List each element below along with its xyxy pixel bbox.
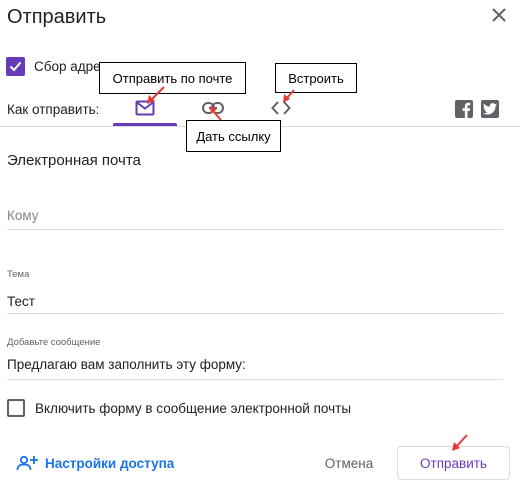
message-label: Добавьте сообщение (7, 337, 101, 348)
add-person-icon (16, 455, 38, 471)
close-button[interactable] (486, 2, 512, 28)
check-icon (9, 61, 22, 71)
access-settings-button[interactable]: Настройки доступа (16, 455, 174, 471)
callout-embed: Встроить (275, 63, 357, 93)
subject-field[interactable]: Тема Тест (7, 266, 503, 314)
message-value: Предлагаю вам заполнить эту форму: (7, 357, 246, 372)
collect-emails-checkbox[interactable] (6, 56, 25, 76)
cancel-button[interactable]: Отмена (318, 447, 380, 479)
message-field[interactable]: Добавьте сообщение Предлагаю вам заполни… (7, 335, 503, 380)
facebook-icon (462, 102, 471, 118)
link-icon (202, 102, 224, 114)
twitter-icon (483, 103, 497, 115)
section-title-email: Электронная почта (7, 152, 141, 169)
collect-emails-label: Сбор адре (34, 58, 101, 74)
subject-field-underline (7, 313, 503, 314)
include-form-label: Включить форму в сообщение электронной п… (35, 400, 352, 416)
code-icon (271, 101, 291, 115)
callout-get-link: Дать ссылку (186, 120, 281, 152)
to-placeholder: Кому (7, 208, 39, 223)
collect-emails-row: Сбор адре (6, 55, 101, 77)
subject-value: Тест (7, 294, 35, 309)
subject-label: Тема (7, 269, 30, 280)
dialog-title: Отправить (7, 6, 107, 28)
facebook-share-button[interactable] (455, 100, 473, 118)
include-form-row: Включить форму в сообщение электронной п… (7, 399, 351, 417)
tab-email[interactable] (112, 92, 178, 124)
send-button[interactable]: Отправить (397, 446, 510, 480)
message-field-underline (7, 379, 503, 380)
access-settings-label: Настройки доступа (45, 455, 175, 471)
to-field-underline (7, 229, 503, 230)
twitter-share-button[interactable] (481, 100, 499, 118)
how-to-send-label: Как отправить: (7, 102, 100, 117)
include-form-checkbox[interactable] (7, 399, 25, 417)
callout-send-by-email: Отправить по почте (99, 62, 246, 94)
to-field[interactable]: Кому (7, 198, 503, 230)
mail-icon (135, 100, 155, 116)
close-icon (492, 8, 506, 22)
